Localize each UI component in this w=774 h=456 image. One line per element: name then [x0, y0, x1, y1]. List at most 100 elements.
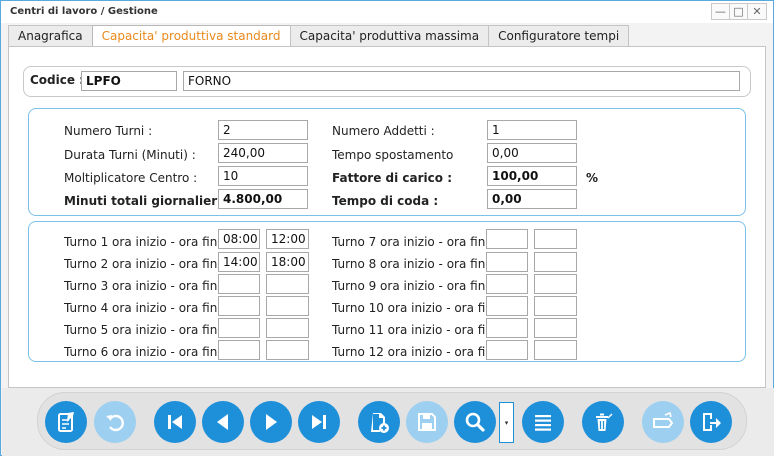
- previous-record-button[interactable]: [202, 401, 244, 443]
- shift-label: Turno 5 ora inizio - ora fine :: [64, 323, 233, 337]
- last-record-icon: [312, 415, 326, 429]
- shift-end-field[interactable]: [266, 274, 309, 294]
- minuti-totali-field: 4.800,00: [218, 189, 308, 209]
- tab-configuratore-tempi[interactable]: Configuratore tempi: [488, 25, 630, 46]
- tempo-spostamento-label: Tempo spostamento: [332, 148, 454, 162]
- minimize-button[interactable]: —: [712, 4, 730, 19]
- search-icon: [465, 412, 485, 432]
- app-window: Centri di lavoro / Gestione — □ ✕ Anagra…: [0, 0, 774, 456]
- capacity-panel: Numero Turni : 2 Durata Turni (Minuti) :…: [28, 108, 746, 216]
- shift-end-field[interactable]: [534, 318, 577, 338]
- title-bar: Centri di lavoro / Gestione — □ ✕: [1, 1, 773, 23]
- shift-start-field[interactable]: 08:00: [218, 229, 260, 249]
- tab-content: Codice : LPFO FORNO Numero Turni : 2 Dur…: [8, 46, 766, 388]
- tab-capacita-standard[interactable]: Capacita' produttiva standard: [91, 25, 291, 47]
- edit-document-icon: [58, 412, 74, 432]
- shift-end-field[interactable]: [534, 229, 577, 249]
- shift-start-field[interactable]: [486, 296, 528, 316]
- first-record-icon: [168, 415, 182, 429]
- shift-start-field[interactable]: [486, 340, 528, 360]
- tempo-coda-field[interactable]: 0,00: [487, 189, 577, 209]
- shift-label: Turno 10 ora inizio - ora fine: [332, 301, 501, 315]
- durata-turni-label: Durata Turni (Minuti) :: [64, 148, 196, 162]
- next-record-icon: [266, 414, 277, 430]
- undo-button[interactable]: [94, 401, 136, 443]
- shift-label: Turno 12 ora inizio - ora fine: [332, 345, 501, 359]
- shift-end-field[interactable]: 12:00: [266, 229, 309, 249]
- save-button[interactable]: [406, 401, 448, 443]
- numero-turni-label: Numero Turni :: [64, 124, 153, 138]
- window-controls: — □ ✕: [711, 3, 767, 20]
- shift-label: Turno 7 ora inizio - ora fine :: [332, 235, 501, 249]
- next-record-button[interactable]: [250, 401, 292, 443]
- delete-button[interactable]: [582, 401, 624, 443]
- fattore-carico-field[interactable]: 100,00: [487, 166, 577, 186]
- shift-label: Turno 9 ora inizio - ora fine :: [332, 279, 501, 293]
- shift-start-field[interactable]: [218, 296, 260, 316]
- shift-start-field[interactable]: [218, 318, 260, 338]
- tab-anagrafica[interactable]: Anagrafica: [8, 25, 93, 46]
- last-record-button[interactable]: [298, 401, 340, 443]
- delete-icon: [596, 413, 613, 431]
- percent-unit: %: [586, 171, 599, 185]
- window-title: Centri di lavoro / Gestione: [10, 6, 158, 17]
- description-field[interactable]: FORNO: [183, 71, 740, 91]
- shift-start-field[interactable]: 14:00: [218, 252, 260, 272]
- shift-label: Turno 2 ora inizio - ora fine :: [64, 257, 233, 271]
- tempo-spostamento-field[interactable]: 0,00: [487, 143, 577, 163]
- moltiplicatore-field[interactable]: 10: [218, 166, 308, 186]
- codice-field[interactable]: LPFO: [81, 71, 177, 91]
- list-button[interactable]: [522, 401, 564, 443]
- previous-record-icon: [217, 414, 228, 430]
- tab-capacita-massima[interactable]: Capacita' produttiva massima: [289, 25, 490, 46]
- tempo-coda-label: Tempo di coda :: [332, 194, 439, 208]
- numero-addetti-field[interactable]: 1: [487, 120, 577, 140]
- shift-end-field[interactable]: [266, 318, 309, 338]
- list-icon: [535, 415, 551, 431]
- edit-button[interactable]: [45, 401, 87, 443]
- numero-addetti-label: Numero Addetti :: [332, 124, 435, 138]
- maximize-button[interactable]: □: [730, 4, 748, 19]
- toolbar: ▾: [37, 392, 747, 450]
- save-icon: [418, 413, 436, 431]
- print-button[interactable]: [642, 401, 684, 443]
- shift-end-field[interactable]: [534, 296, 577, 316]
- undo-icon: [106, 414, 124, 432]
- shift-start-field[interactable]: [218, 340, 260, 360]
- shift-label: Turno 8 ora inizio - ora fine :: [332, 257, 501, 271]
- shift-label: Turno 4 ora inizio - ora fine :: [64, 301, 233, 315]
- new-document-icon: [371, 413, 389, 433]
- shift-start-field[interactable]: [486, 252, 528, 272]
- shift-end-field[interactable]: [266, 296, 309, 316]
- codice-label: Codice :: [30, 73, 84, 87]
- shift-label: Turno 11 ora inizio - ora fine: [332, 323, 501, 337]
- shift-end-field[interactable]: [534, 340, 577, 360]
- shifts-panel: Turno 1 ora inizio - ora fine : 08:00 12…: [28, 221, 746, 362]
- shift-end-field[interactable]: [534, 252, 577, 272]
- close-button[interactable]: ✕: [748, 4, 766, 19]
- shift-start-field[interactable]: [218, 274, 260, 294]
- tab-bar: Anagrafica Capacita' produttiva standard…: [8, 25, 630, 47]
- fattore-carico-label: Fattore di carico :: [332, 171, 452, 185]
- shift-start-field[interactable]: [486, 274, 528, 294]
- shift-end-field[interactable]: 18:00: [266, 252, 309, 272]
- moltiplicatore-label: Moltiplicatore Centro :: [64, 171, 198, 185]
- new-record-button[interactable]: [358, 401, 400, 443]
- shift-label: Turno 6 ora inizio - ora fine :: [64, 345, 233, 359]
- search-button[interactable]: [454, 401, 496, 443]
- shift-start-field[interactable]: [486, 229, 528, 249]
- code-panel: Codice : LPFO FORNO: [23, 66, 751, 97]
- shift-end-field[interactable]: [534, 274, 577, 294]
- shift-end-field[interactable]: [266, 340, 309, 360]
- toolbar-area: ▾: [2, 388, 774, 456]
- shift-label: Turno 3 ora inizio - ora fine :: [64, 279, 233, 293]
- first-record-button[interactable]: [154, 401, 196, 443]
- shift-label: Turno 1 ora inizio - ora fine :: [64, 235, 233, 249]
- print-label-icon: [653, 411, 674, 428]
- exit-button[interactable]: [690, 401, 732, 443]
- search-dropdown-button[interactable]: ▾: [499, 402, 514, 443]
- durata-turni-field[interactable]: 240,00: [218, 143, 308, 163]
- shift-start-field[interactable]: [486, 318, 528, 338]
- exit-icon: [703, 413, 721, 431]
- numero-turni-field[interactable]: 2: [218, 120, 308, 140]
